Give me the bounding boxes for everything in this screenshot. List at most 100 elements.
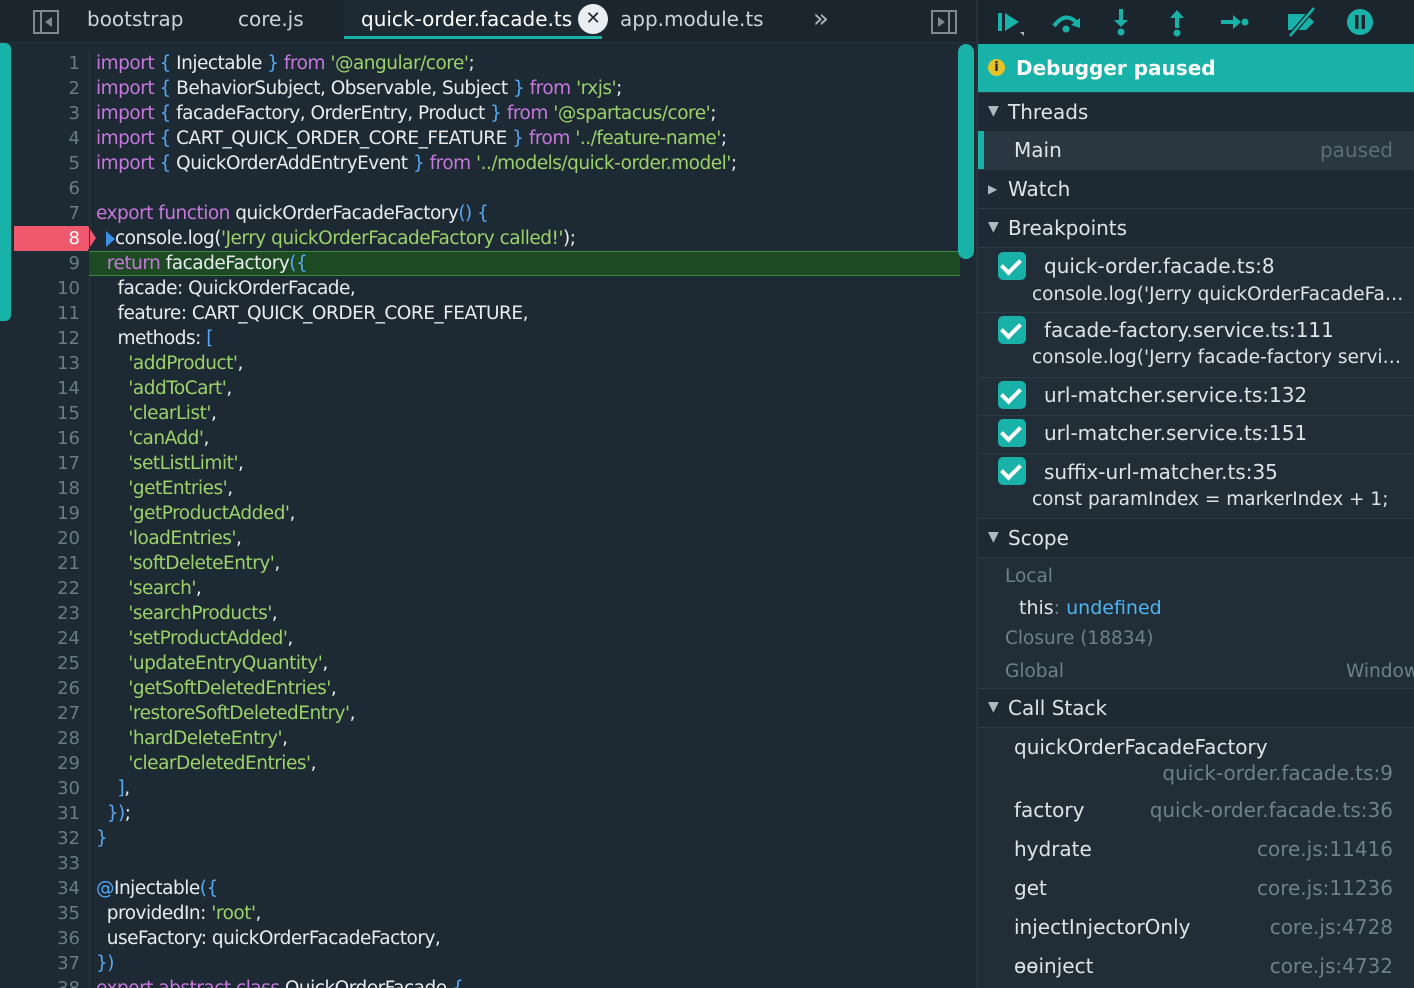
call-stack-frame[interactable]: ɵɵinject core.js:4732 bbox=[978, 946, 1414, 984]
deactivate-breakpoints-icon[interactable] bbox=[1284, 6, 1320, 44]
call-stack-frame[interactable]: factory quick-order.facade.ts:36 bbox=[978, 790, 1414, 828]
toggle-debug-panel-icon[interactable] bbox=[930, 8, 958, 41]
line-number[interactable]: 12 bbox=[14, 326, 88, 351]
tab-core-js[interactable]: core.js bbox=[238, 0, 304, 42]
call-stack-section-header[interactable]: ▼ Call Stack bbox=[978, 688, 1414, 728]
code-token: ({ bbox=[199, 878, 219, 899]
call-stack-frame[interactable]: quickOrderFacadeFactory quick-order.faca… bbox=[978, 727, 1414, 789]
breakpoints-section-header[interactable]: ▼ Breakpoints bbox=[978, 208, 1414, 248]
breakpoint-item[interactable]: suffix-url-matcher.ts:35 const paramInde… bbox=[978, 454, 1414, 518]
editor-scrollbar[interactable] bbox=[958, 44, 974, 259]
line-number[interactable]: 23 bbox=[14, 601, 88, 626]
scope-section-header[interactable]: ▼ Scope bbox=[978, 518, 1414, 558]
line-number[interactable]: 5 bbox=[14, 151, 88, 176]
step-over-icon[interactable] bbox=[1050, 6, 1082, 44]
breakpoint-checkbox[interactable] bbox=[998, 316, 1026, 344]
call-stack-frame[interactable]: get core.js:11236 bbox=[978, 868, 1414, 906]
line-number[interactable]: 7 bbox=[14, 201, 88, 226]
line-number[interactable]: 33 bbox=[14, 851, 88, 876]
code-line: export abstract class QuickOrderFacade { bbox=[96, 976, 960, 988]
line-number[interactable]: 4 bbox=[14, 126, 88, 151]
close-tab-icon[interactable]: ✕ bbox=[578, 3, 609, 34]
scope-variable-this[interactable]: this: undefined bbox=[978, 597, 1414, 623]
tab-bootstrap[interactable]: bootstrap bbox=[87, 0, 183, 42]
breakpoint-line-number[interactable]: 8 bbox=[14, 226, 96, 251]
scope-closure[interactable]: Closure (18834) bbox=[978, 628, 1414, 654]
line-number[interactable]: 20 bbox=[14, 526, 88, 551]
line-number[interactable]: 27 bbox=[14, 701, 88, 726]
breakpoint-checkbox[interactable] bbox=[998, 419, 1026, 447]
code-token: 'setListLimit' bbox=[96, 453, 238, 474]
threads-section-header[interactable]: ▼ Threads bbox=[978, 92, 1414, 132]
line-number[interactable]: 2 bbox=[14, 76, 88, 101]
watch-section-header[interactable]: ▶ Watch bbox=[978, 169, 1414, 209]
line-number[interactable]: 10 bbox=[14, 276, 88, 301]
call-stack-frame[interactable]: hydrate core.js:11416 bbox=[978, 829, 1414, 867]
breakpoint-item[interactable]: url-matcher.service.ts:132 bbox=[978, 378, 1414, 415]
step-into-icon[interactable] bbox=[1108, 6, 1134, 44]
breakpoint-item[interactable]: facade-factory.service.ts:111 console.lo… bbox=[978, 313, 1414, 377]
code-token: import bbox=[96, 78, 155, 99]
section-label: Breakpoints bbox=[1008, 216, 1128, 240]
tab-quick-order-facade[interactable]: quick-order.facade.ts ✕ bbox=[344, 0, 609, 39]
breakpoint-item[interactable]: url-matcher.service.ts:151 bbox=[978, 416, 1414, 453]
line-number[interactable]: 14 bbox=[14, 376, 88, 401]
scope-global[interactable]: Global Window bbox=[978, 661, 1414, 687]
frame-name: injectInjectorOnly bbox=[1014, 915, 1191, 939]
step-out-icon[interactable] bbox=[1164, 6, 1190, 44]
line-number[interactable]: 25 bbox=[14, 651, 88, 676]
breakpoint-item[interactable]: quick-order.facade.ts:8 console.log('Jer… bbox=[978, 248, 1414, 312]
line-number[interactable]: 38 bbox=[14, 976, 88, 988]
line-number-gutter[interactable]: 1 2 3 4 5 6 7 8 9 10 11 12 13 14 15 16 17 18 19 20 21 22 23 24 2… bbox=[14, 51, 96, 988]
tab-app-module[interactable]: app.module.ts bbox=[620, 0, 764, 42]
line-number[interactable]: 34 bbox=[14, 876, 88, 901]
code-token: 'setProductAdded' bbox=[96, 628, 288, 649]
code-lines[interactable]: import { Injectable } from '@angular/cor… bbox=[89, 51, 960, 988]
line-number[interactable]: 6 bbox=[14, 176, 88, 201]
breakpoint-location: quick-order.facade.ts:8 bbox=[1044, 254, 1275, 278]
line-number[interactable]: 30 bbox=[14, 776, 88, 801]
line-number[interactable]: 31 bbox=[14, 801, 88, 826]
line-number[interactable]: 19 bbox=[14, 501, 88, 526]
line-number[interactable]: 26 bbox=[14, 676, 88, 701]
code-line: 'hardDeleteEntry', bbox=[96, 726, 960, 751]
breakpoint-checkbox[interactable] bbox=[998, 457, 1026, 485]
code-editor[interactable]: 1 2 3 4 5 6 7 8 9 10 11 12 13 14 15 16 17 18 19 20 21 22 23 24 2… bbox=[0, 43, 976, 988]
scope-local[interactable]: Local bbox=[978, 566, 1414, 592]
line-number[interactable]: 11 bbox=[14, 301, 88, 326]
line-number[interactable]: 22 bbox=[14, 576, 88, 601]
line-number[interactable]: 9 bbox=[14, 251, 88, 276]
inline-breakpoint-icon[interactable] bbox=[106, 231, 115, 247]
line-number[interactable]: 13 bbox=[14, 351, 88, 376]
line-number[interactable]: 35 bbox=[14, 901, 88, 926]
line-number[interactable]: 32 bbox=[14, 826, 88, 851]
code-line: }); bbox=[96, 801, 960, 826]
line-number[interactable]: 15 bbox=[14, 401, 88, 426]
expanded-triangle-icon: ▼ bbox=[988, 529, 999, 545]
call-stack-frame[interactable]: injectInjectorOnly core.js:4728 bbox=[978, 907, 1414, 945]
code-token: ({ bbox=[289, 253, 308, 274]
line-number[interactable]: 37 bbox=[14, 951, 88, 976]
toggle-sidebar-icon[interactable] bbox=[32, 8, 60, 41]
code-line: 'clearList', bbox=[96, 401, 960, 426]
code-token: 'clearDeletedEntries' bbox=[96, 753, 311, 774]
step-icon[interactable] bbox=[1218, 6, 1250, 44]
resume-icon[interactable] bbox=[994, 6, 1026, 44]
line-number[interactable]: 24 bbox=[14, 626, 88, 651]
line-number[interactable]: 36 bbox=[14, 926, 88, 951]
thread-row-main[interactable]: Main paused bbox=[978, 131, 1414, 169]
line-number[interactable]: 21 bbox=[14, 551, 88, 576]
more-tabs-icon[interactable]: » bbox=[813, 0, 829, 42]
line-number[interactable]: 16 bbox=[14, 426, 88, 451]
line-number[interactable]: 28 bbox=[14, 726, 88, 751]
pause-on-exceptions-icon[interactable] bbox=[1344, 6, 1376, 44]
code-line: 'setListLimit', bbox=[96, 451, 960, 476]
section-label: Watch bbox=[1008, 177, 1071, 201]
line-number[interactable]: 29 bbox=[14, 751, 88, 776]
line-number[interactable]: 3 bbox=[14, 101, 88, 126]
line-number[interactable]: 1 bbox=[14, 51, 88, 76]
line-number[interactable]: 17 bbox=[14, 451, 88, 476]
line-number[interactable]: 18 bbox=[14, 476, 88, 501]
breakpoint-checkbox[interactable] bbox=[998, 381, 1026, 409]
breakpoint-checkbox[interactable] bbox=[998, 252, 1026, 280]
